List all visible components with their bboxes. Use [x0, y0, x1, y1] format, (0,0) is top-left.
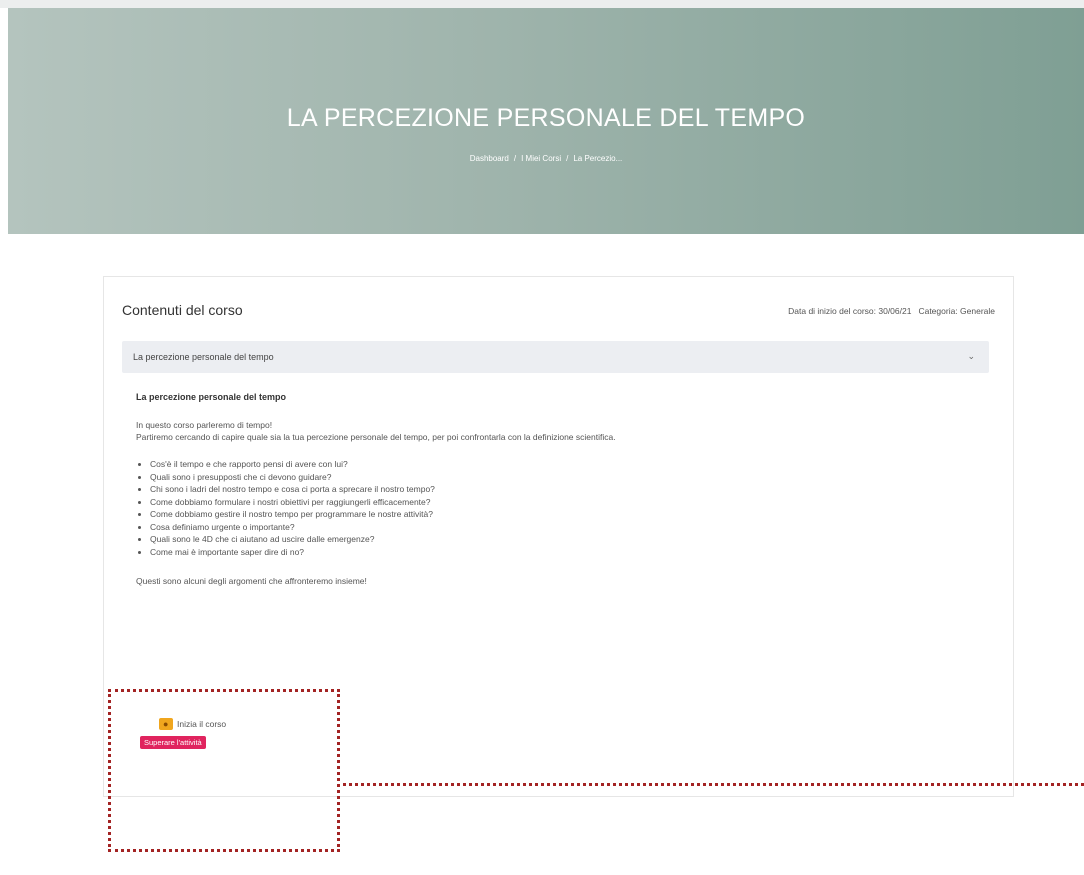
breadcrumb-current: La Percezio... — [573, 154, 623, 163]
annotation-pointer-line — [343, 783, 1084, 786]
top-strip — [0, 0, 1084, 8]
breadcrumb-dashboard[interactable]: Dashboard — [470, 154, 509, 163]
list-item: Come dobbiamo gestire il nostro tempo pe… — [150, 508, 996, 521]
section-title: La percezione personale del tempo — [133, 352, 274, 362]
list-item: Come dobbiamo formulare i nostri obietti… — [150, 496, 996, 509]
chevron-down-icon[interactable]: ⌄ — [967, 351, 975, 362]
section-toggle[interactable]: La percezione personale del tempo ⌄ — [122, 341, 989, 373]
course-header-banner: LA PERCEZIONE PERSONALE DEL TEMPO Dashbo… — [8, 8, 1084, 234]
breadcrumb-separator: / — [566, 154, 569, 163]
course-meta: Data di inizio del corso: 30/06/21 Catego… — [788, 306, 995, 316]
intro-line: In questo corso parleremo di tempo! — [136, 420, 273, 430]
list-item: Come mai è importante saper dire di no? — [150, 546, 996, 559]
page-title: LA PERCEZIONE PERSONALE DEL TEMPO — [286, 104, 806, 132]
intro-line: Partiremo cercando di capire quale sia l… — [136, 432, 616, 442]
section-summary: La percezione personale del tempo In que… — [136, 391, 996, 587]
course-category: Categoria: Generale — [918, 306, 995, 316]
course-start-date: Data di inizio del corso: 30/06/21 — [788, 306, 912, 316]
section-subtitle: La percezione personale del tempo — [136, 392, 287, 402]
course-contents-heading: Contenuti del corso — [122, 302, 243, 318]
list-item: Quali sono le 4D che ci aiutano ad uscir… — [150, 533, 996, 546]
breadcrumb-my-courses[interactable]: I Miei Corsi — [521, 154, 561, 163]
list-item: Cos'è il tempo e che rapporto pensi di a… — [150, 458, 996, 471]
closing-text: Questi sono alcuni degli argomenti che a… — [136, 576, 367, 586]
list-item: Quali sono i presupposti che ci devono g… — [150, 471, 996, 484]
list-item: Cosa definiamo urgente o importante? — [150, 521, 996, 534]
list-item: Chi sono i ladri del nostro tempo e cosa… — [150, 483, 996, 496]
annotation-highlight-box — [108, 689, 340, 852]
breadcrumb-separator: / — [513, 154, 517, 163]
breadcrumb: Dashboard / I Miei Corsi / La Percezio... — [8, 154, 1084, 163]
topics-list: Cos'è il tempo e che rapporto pensi di a… — [136, 458, 996, 558]
